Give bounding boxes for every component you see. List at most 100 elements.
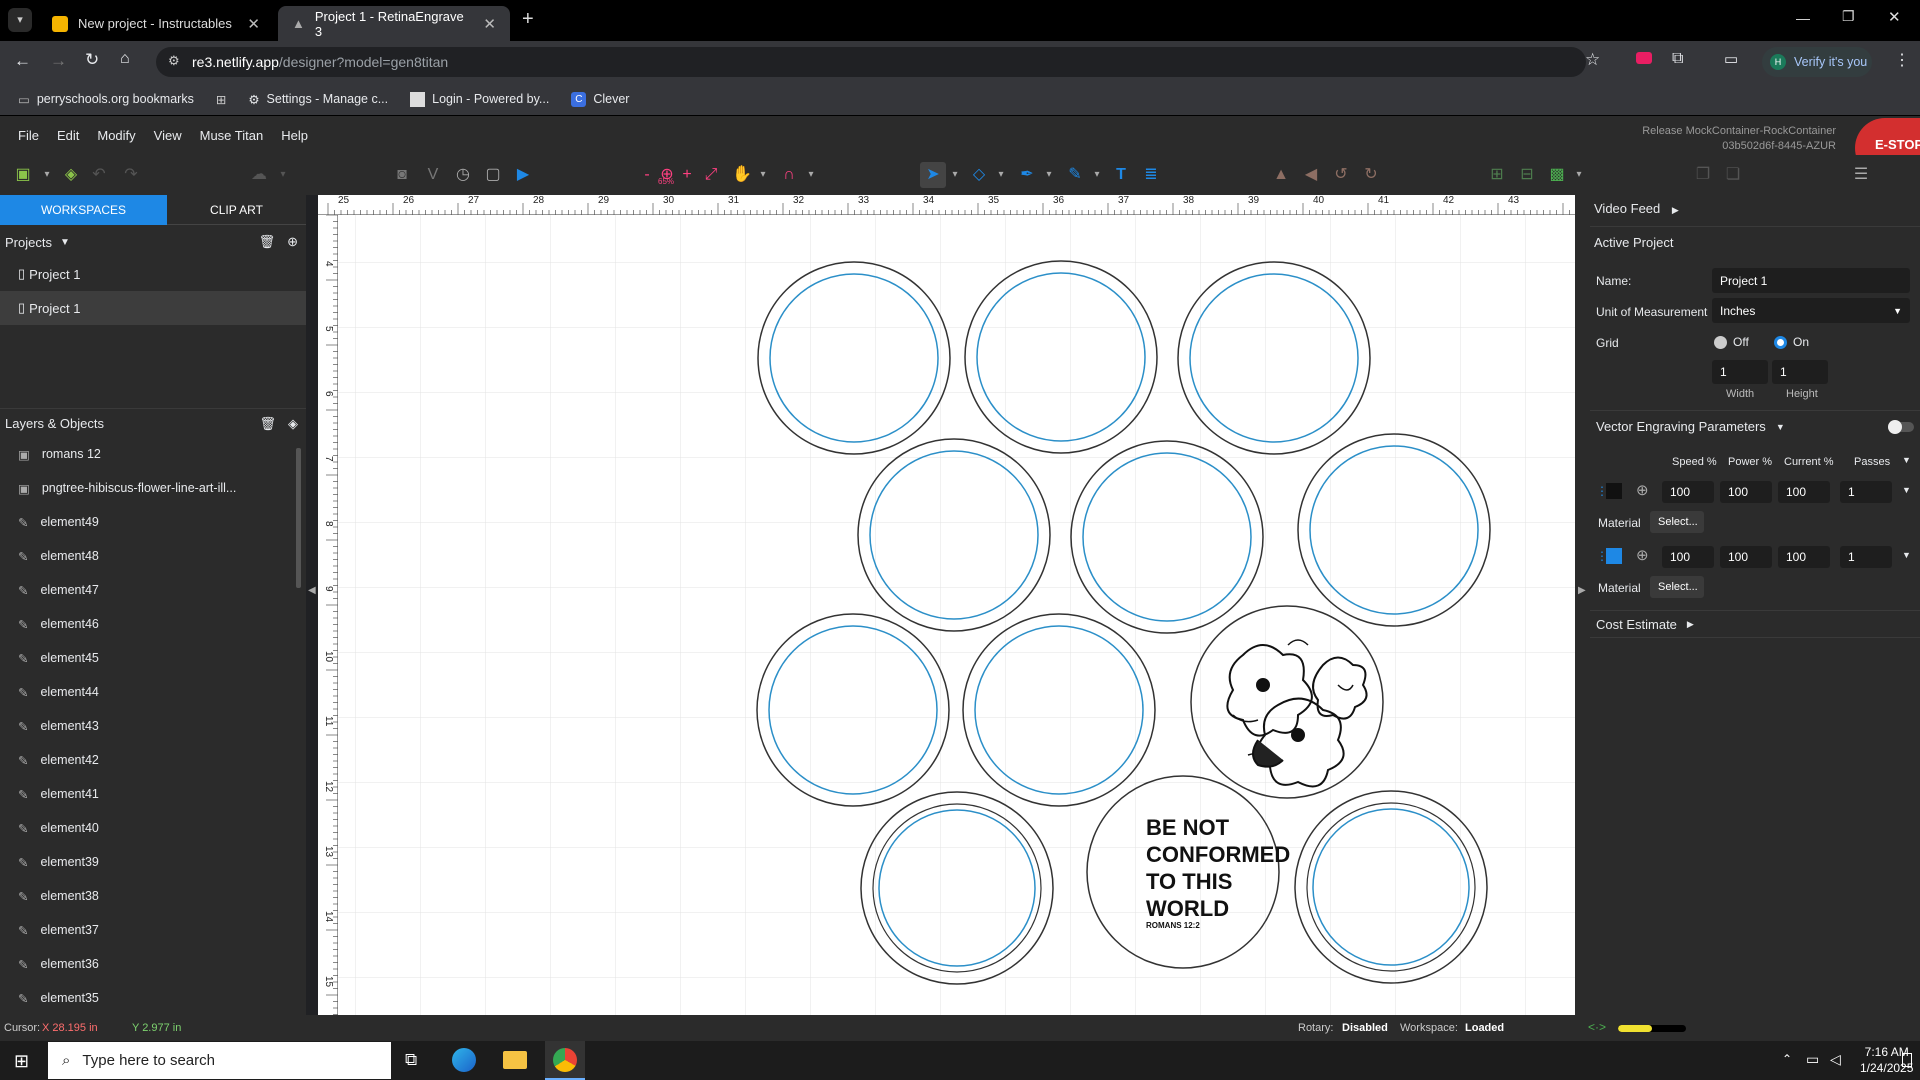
verify-profile-button[interactable]: H Verify it's you xyxy=(1762,47,1872,77)
new-tab-button[interactable]: + xyxy=(522,8,534,31)
chrome-taskbar-button[interactable] xyxy=(545,1041,585,1080)
layer-item[interactable]: ✎ element42 xyxy=(0,743,296,777)
chevron-down-icon[interactable]: ▼ xyxy=(1902,485,1911,495)
zoom-in-icon[interactable]: + xyxy=(678,166,696,184)
layer-item[interactable]: ✎ element41 xyxy=(0,777,296,811)
minimize-button[interactable]: — xyxy=(1796,10,1810,26)
ungroup-icon[interactable]: ⊟ xyxy=(1518,166,1536,184)
dropdown-icon[interactable]: ▾ xyxy=(1570,166,1588,184)
menu-view[interactable]: View xyxy=(154,128,182,143)
canvas-svg[interactable]: BE NOT CONFORMED TO THIS WORLD ROMANS 12… xyxy=(338,215,1575,1015)
layer-item[interactable]: ✎ element48 xyxy=(0,539,296,573)
projects-label[interactable]: Projects xyxy=(5,235,52,250)
chevron-up-icon[interactable]: ⌃ xyxy=(1782,1052,1792,1066)
layer-item[interactable]: ▣ pngtree-hibiscus-flower-line-art-ill... xyxy=(0,471,296,505)
undo-icon[interactable]: ↶ xyxy=(90,166,108,184)
rotate-right-icon[interactable]: ↻ xyxy=(1362,166,1380,184)
zoom-out-icon[interactable]: - xyxy=(638,166,656,184)
forward-icon[interactable]: → xyxy=(50,51,67,71)
layers-stack-icon[interactable]: ◈ xyxy=(62,166,80,184)
tab-clip-art[interactable]: CLIP ART xyxy=(167,195,306,225)
grid-height-input[interactable]: 1 xyxy=(1772,360,1828,384)
chevron-down-icon[interactable]: ▼ xyxy=(1902,550,1911,560)
pen-icon[interactable]: ✒ xyxy=(1018,166,1036,184)
layer-item[interactable]: ✎ element36 xyxy=(0,947,296,981)
copy-icon[interactable]: ❐ xyxy=(1694,166,1712,184)
power-input[interactable]: 100 xyxy=(1720,546,1772,568)
grid-on-radio[interactable]: On xyxy=(1774,335,1809,349)
project-item[interactable]: ▯ Project 1 xyxy=(0,257,306,291)
passes-input[interactable]: 1 xyxy=(1840,481,1892,503)
layer-item[interactable]: ✎ element43 xyxy=(0,709,296,743)
layer-item[interactable]: ✎ element46 xyxy=(0,607,296,641)
menu-modify[interactable]: Modify xyxy=(97,128,135,143)
dropdown-icon[interactable]: ▾ xyxy=(946,166,964,184)
tab-search-button[interactable]: ▾ xyxy=(8,8,32,32)
current-input[interactable]: 100 xyxy=(1778,546,1830,568)
windows-start-icon[interactable]: ⊞ xyxy=(14,1051,29,1072)
collapse-right-icon[interactable]: ▶ xyxy=(1578,585,1586,596)
menu-file[interactable]: File xyxy=(18,128,39,143)
back-icon[interactable]: ← xyxy=(14,51,31,71)
dropdown-icon[interactable]: ▾ xyxy=(992,166,1010,184)
frame-icon[interactable]: ▢ xyxy=(484,166,502,184)
pencil-icon[interactable]: ✎ xyxy=(1066,166,1084,184)
chevron-down-icon[interactable]: ▼ xyxy=(60,237,70,248)
speed-input[interactable]: 100 xyxy=(1662,546,1714,568)
redo-icon[interactable]: ↷ xyxy=(122,166,140,184)
cost-estimate-header[interactable]: Cost Estimate ▶ xyxy=(1590,610,1920,638)
layer-item[interactable]: ✎ element40 xyxy=(0,811,296,845)
power-input[interactable]: 100 xyxy=(1720,481,1772,503)
add-setting-icon[interactable]: ⊕ xyxy=(1636,546,1649,564)
task-view-icon[interactable]: ⧉ xyxy=(405,1050,417,1070)
add-setting-icon[interactable]: ⊕ xyxy=(1636,481,1649,499)
close-icon[interactable]: ✕ xyxy=(247,15,260,33)
layer-item[interactable]: ✎ element35 xyxy=(0,981,296,1013)
vep-toggle[interactable] xyxy=(1888,419,1914,434)
design-canvas[interactable]: BE NOT CONFORMED TO THIS WORLD ROMANS 12… xyxy=(338,215,1575,1015)
project-name-input[interactable]: Project 1 xyxy=(1712,268,1910,293)
menu-help[interactable]: Help xyxy=(281,128,308,143)
flip-horizontal-icon[interactable]: ◀ xyxy=(1302,166,1320,184)
unit-select[interactable]: Inches ▼ xyxy=(1712,298,1910,323)
bookmark-star-icon[interactable]: ☆ xyxy=(1585,50,1600,70)
magnet-icon[interactable]: ∩ xyxy=(780,166,798,184)
layer-item[interactable]: ▣ romans 12 xyxy=(0,437,296,471)
boolean-icon[interactable]: ▩ xyxy=(1548,166,1566,184)
video-feed-header[interactable]: Video Feed ▶ xyxy=(1594,201,1679,216)
extension-icon[interactable] xyxy=(1636,52,1652,64)
menu-edit[interactable]: Edit xyxy=(57,128,79,143)
network-icon[interactable]: ▭ xyxy=(1806,1051,1819,1068)
kebab-menu-icon[interactable]: ⋮ xyxy=(1894,50,1910,70)
notification-icon[interactable] xyxy=(1902,1053,1912,1067)
layer-item[interactable]: ✎ element44 xyxy=(0,675,296,709)
cloud-upload-icon[interactable]: ☁ xyxy=(250,166,268,184)
layer-add-icon[interactable]: ◈ xyxy=(288,416,298,432)
speed-input[interactable]: 100 xyxy=(1662,481,1714,503)
layer-item[interactable]: ✎ element38 xyxy=(0,879,296,913)
dropdown-icon[interactable]: ▾ xyxy=(1040,166,1058,184)
address-bar[interactable]: ⚙ re3.netlify.app /designer?model=gen8ti… xyxy=(156,47,1586,77)
camera-icon[interactable]: ◙ xyxy=(393,166,411,184)
volume-icon[interactable]: ◁ xyxy=(1830,1051,1841,1068)
dropdown-icon[interactable]: ▾ xyxy=(802,166,820,184)
paste-icon[interactable]: ❏ xyxy=(1724,166,1742,184)
group-icon[interactable]: ⊞ xyxy=(1488,166,1506,184)
layer-item[interactable]: ✎ element45 xyxy=(0,641,296,675)
bookmark-settings[interactable]: ⚙ Settings - Manage c... xyxy=(248,92,388,107)
restore-button[interactable]: ❐ xyxy=(1842,8,1855,25)
current-input[interactable]: 100 xyxy=(1778,481,1830,503)
vector-trace-icon[interactable]: V xyxy=(424,166,442,184)
code-brackets-icon[interactable]: <·> xyxy=(1588,1020,1606,1034)
taskbar-search-input[interactable]: ⌕ Type here to search xyxy=(48,1042,391,1079)
layers-scrollbar[interactable] xyxy=(296,448,301,588)
grid-off-radio[interactable]: Off xyxy=(1714,335,1749,349)
grid-width-input[interactable]: 1 xyxy=(1712,360,1768,384)
dropdown-icon[interactable]: ▾ xyxy=(1088,166,1106,184)
layer-item[interactable]: ✎ element37 xyxy=(0,913,296,947)
text-tool-icon[interactable]: T xyxy=(1112,166,1130,184)
material-select-button[interactable]: Select... xyxy=(1650,511,1704,533)
new-project-icon[interactable]: ⊕ xyxy=(287,234,298,250)
image-import-icon[interactable]: ▣ xyxy=(14,166,32,184)
timer-icon[interactable]: ◷ xyxy=(454,166,472,184)
